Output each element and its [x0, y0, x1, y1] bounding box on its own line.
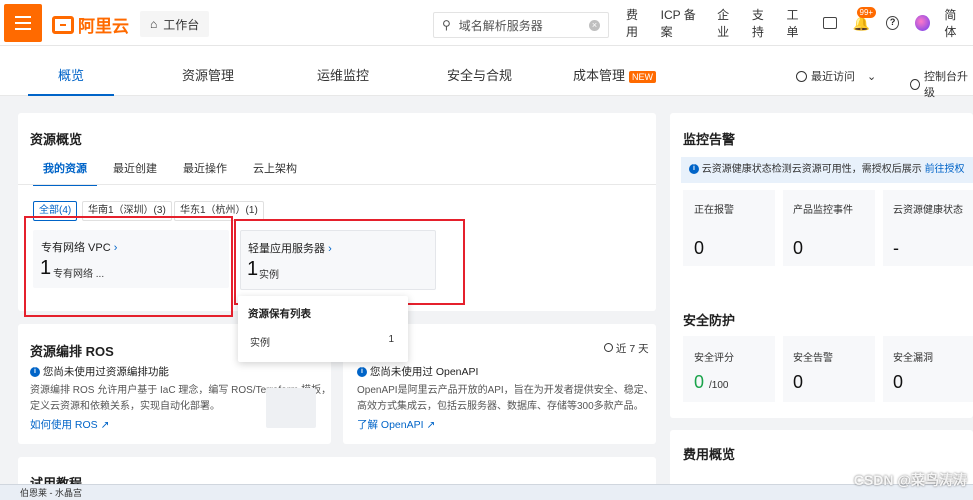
openapi-link[interactable]: 了解 OpenAPI ↗ — [357, 417, 435, 432]
logo[interactable]: 阿里云 — [52, 12, 129, 37]
search-icon: ⚲ — [442, 18, 451, 32]
security-score-label: 安全评分 — [694, 353, 734, 364]
popover-title: 资源保有列表 — [248, 308, 311, 320]
search-input[interactable]: ⚲ 域名解析服务器 × — [433, 12, 609, 38]
os-taskbar: 伯恩莱 - 水晶宫 — [0, 484, 973, 500]
ros-desc-2: 定义云资源和依赖关系，实现自动化部署。 — [30, 401, 220, 412]
avatar[interactable] — [915, 15, 931, 31]
top-links: 费用 ICP 备案 企业 支持 工单 🔔 99+ ? 简体 — [620, 0, 973, 46]
cost-title: 费用概览 — [683, 447, 736, 462]
security-score-suffix: /100 — [709, 380, 729, 391]
tab-security[interactable]: 安全与合规 — [447, 46, 512, 96]
security-score-value: 0 — [694, 372, 705, 392]
subtab-divider — [18, 184, 656, 185]
ros-notice-text: 您尚未使用过资源编排功能 — [42, 366, 169, 378]
top-bar: 阿里云 ⌂ 工作台 ⚲ 域名解析服务器 × 费用 ICP 备案 企业 支持 工单… — [0, 0, 973, 46]
tab-cost-label: 成本管理 — [573, 68, 626, 83]
new-badge: NEW — [629, 70, 657, 83]
link-ticket[interactable]: 工单 — [787, 6, 810, 40]
clock-icon — [604, 343, 613, 352]
ros-help-link-text: 如何使用 ROS — [30, 419, 98, 431]
chevron-down-icon: ⌄ — [867, 70, 877, 83]
menu-icon[interactable] — [4, 4, 42, 42]
info-icon: i — [357, 367, 367, 378]
recent-visits[interactable]: 最近访问 ⌄ — [796, 68, 876, 84]
resource-popover: 资源保有列表 实例 1 — [238, 296, 408, 362]
info-icon: i — [30, 367, 40, 378]
subtab-recent-created[interactable]: 最近创建 — [113, 160, 157, 176]
monitor-alarm-value: 0 — [694, 238, 705, 258]
monitor-banner: i 云资源健康状态检测云资源可用性，需授权后展示 前往授权 — [681, 157, 973, 183]
info-icon — [910, 78, 921, 90]
security-title: 安全防护 — [683, 313, 736, 328]
resource-overview-title: 资源概览 — [30, 132, 83, 147]
authorize-link[interactable]: 前往授权 — [925, 164, 965, 175]
taskbar-item[interactable]: 伯恩莱 - 水晶宫 — [20, 486, 82, 499]
watermark: CSDN @菜鸟涛涛 — [853, 472, 967, 488]
external-link-icon: ↗ — [426, 419, 436, 431]
popover-row-label: 实例 — [250, 338, 270, 349]
security-alerts-value: 0 — [793, 372, 804, 392]
help-icon[interactable]: ? — [885, 16, 900, 30]
subtab-recent-ops[interactable]: 最近操作 — [183, 160, 227, 176]
monitor-events-label: 产品监控事件 — [793, 205, 853, 216]
openapi-notice-text: 您尚未使用过 OpenAPI — [369, 366, 479, 378]
main-nav: 概览 资源管理 运维监控 安全与合规 成本管理 NEW 最近访问 ⌄ 控制台升级 — [0, 46, 973, 99]
monitor-banner-text: 云资源健康状态检测云资源可用性，需授权后展示 — [701, 164, 922, 175]
recent-label: 最近访问 — [811, 71, 855, 83]
monitor-alarm-label: 正在报警 — [694, 205, 734, 216]
tab-overview[interactable]: 概览 — [27, 46, 115, 96]
search-placeholder: 域名解析服务器 — [458, 18, 543, 33]
monitor-health-value: - — [893, 238, 899, 258]
openapi-period[interactable]: 近 7 天 — [604, 341, 649, 356]
popover-row-value: 1 — [388, 334, 394, 345]
bell-icon[interactable]: 🔔 99+ — [853, 6, 877, 32]
link-billing[interactable]: 费用 — [626, 6, 649, 40]
subtab-architecture[interactable]: 云上架构 — [253, 160, 297, 176]
security-vulns-value: 0 — [893, 372, 904, 392]
notification-badge: 99+ — [856, 6, 877, 18]
tab-resources[interactable]: 资源管理 — [182, 46, 234, 96]
aliyun-logo-icon — [52, 15, 74, 34]
ros-notice: i 您尚未使用过资源编排功能 — [30, 364, 169, 379]
openapi-period-text: 近 7 天 — [615, 343, 649, 355]
home-icon: ⌂ — [150, 17, 158, 31]
subtab-my-resources[interactable]: 我的资源 — [33, 160, 97, 186]
workspace-button[interactable]: ⌂ 工作台 — [140, 11, 210, 37]
ros-help-link[interactable]: 如何使用 ROS ↗ — [30, 417, 109, 432]
info-icon: i — [689, 164, 699, 175]
clear-icon[interactable]: × — [589, 19, 600, 31]
external-link-icon: ↗ — [100, 419, 110, 431]
tab-cost[interactable]: 成本管理 NEW — [573, 46, 657, 96]
language-switch[interactable]: 简体 — [944, 6, 967, 40]
monitor-title: 监控告警 — [683, 132, 736, 147]
ros-title: 资源编排 ROS — [30, 344, 114, 359]
tab-ops[interactable]: 运维监控 — [317, 46, 369, 96]
console-upgrade[interactable]: 控制台升级 — [910, 68, 973, 100]
link-icp[interactable]: ICP 备案 — [661, 6, 705, 40]
trial-card — [18, 457, 656, 487]
logo-text: 阿里云 — [78, 17, 129, 36]
openapi-desc-2: 高效方式集成云，包括云服务器、数据库、存储等300多款产品。 — [357, 401, 644, 412]
highlight-box-lightserver — [234, 219, 465, 305]
resource-subtabs: 我的资源 最近创建 最近操作 云上架构 — [28, 160, 297, 186]
openapi-notice: i 您尚未使用过 OpenAPI — [357, 364, 478, 379]
security-alerts-label: 安全告警 — [793, 353, 833, 364]
terminal-icon[interactable] — [823, 17, 837, 29]
openapi-link-text: 了解 OpenAPI — [357, 419, 424, 431]
highlight-box-vpc — [24, 216, 233, 317]
monitor-health-label: 云资源健康状态 — [893, 205, 963, 216]
workspace-label: 工作台 — [163, 17, 200, 32]
security-vulns-label: 安全漏洞 — [893, 353, 933, 364]
openapi-desc-1: OpenAPI是阿里云产品开放的API，旨在为开发者提供安全、稳定、 — [357, 385, 654, 396]
monitor-events-value: 0 — [793, 238, 804, 258]
ros-illustration — [266, 388, 316, 428]
link-enterprise[interactable]: 企业 — [717, 6, 740, 40]
link-support[interactable]: 支持 — [752, 6, 775, 40]
clock-icon — [796, 70, 807, 82]
console-upgrade-label: 控制台升级 — [924, 71, 969, 99]
